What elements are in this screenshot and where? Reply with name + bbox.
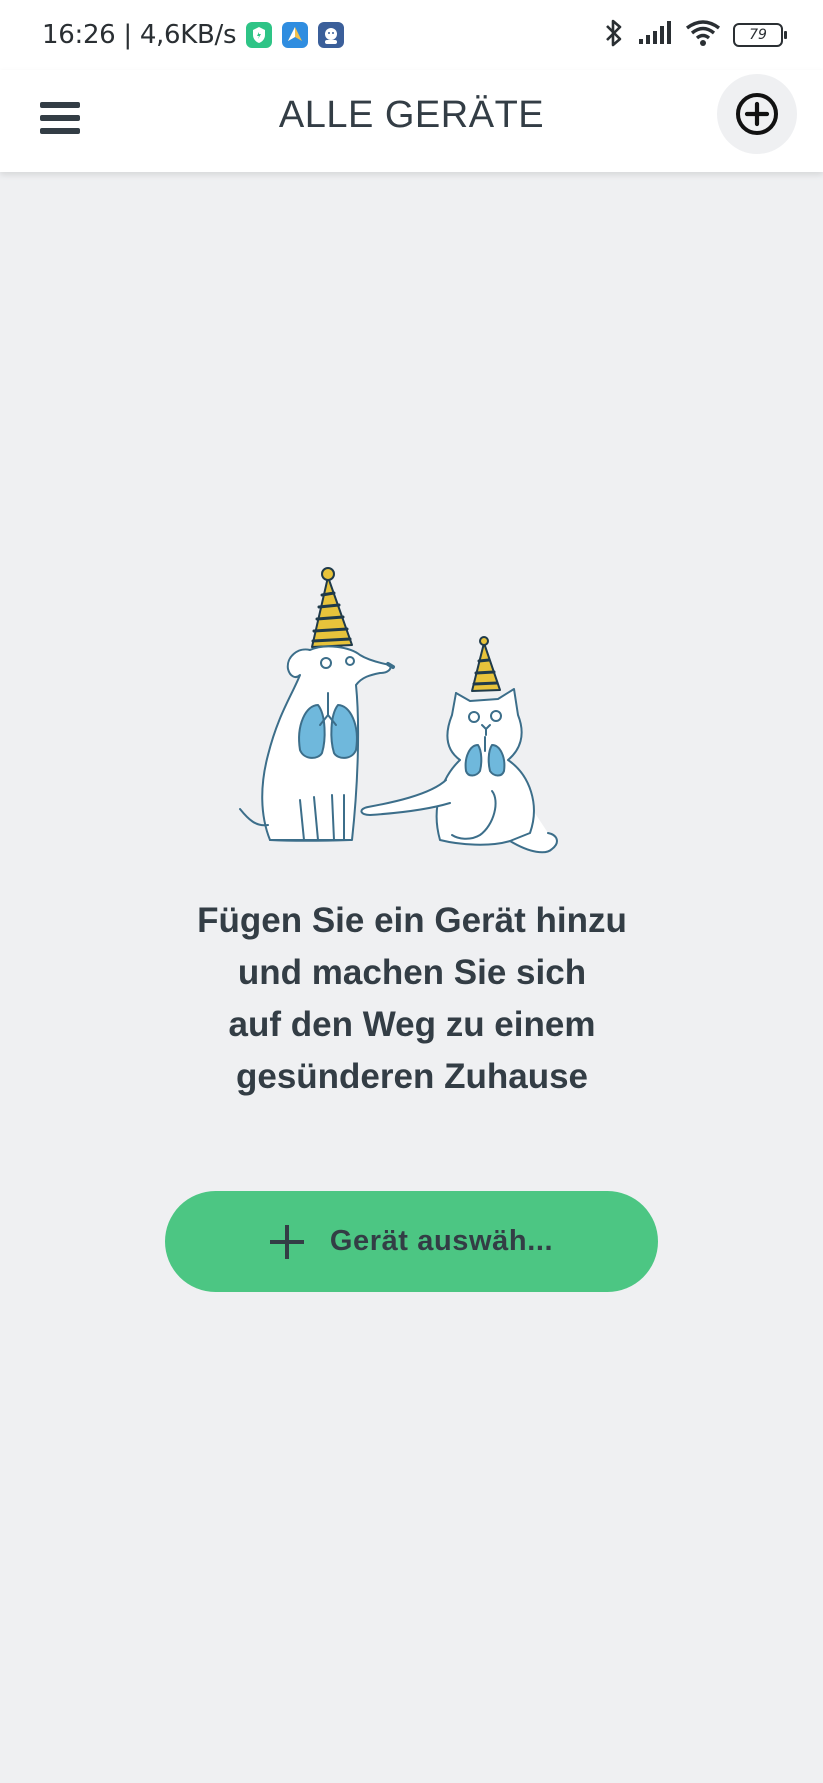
plus-circle-icon (736, 93, 778, 135)
profile-app-icon (318, 22, 345, 48)
status-time-speed: 16:26 | 4,6KB/s (42, 20, 237, 50)
wifi-icon (685, 19, 721, 51)
cat-party-hat-icon (471, 636, 501, 692)
select-device-button-label: Gerät auswäh... (329, 1225, 554, 1257)
message-line-3: auf den Weg zu einem (228, 1005, 596, 1044)
battery-level: 79 (749, 27, 767, 43)
page-title: ALLE GERÄTE (278, 94, 545, 136)
empty-state-message: Fügen Sie ein Gerät hinzu und machen Sie… (112, 895, 712, 1103)
add-device-button[interactable] (717, 74, 797, 154)
dog-and-cat-illustration (230, 565, 590, 860)
dog-party-hat-icon (311, 567, 353, 648)
plus-icon (269, 1224, 304, 1259)
battery-icon: 79 (733, 23, 787, 47)
message-line-4: gesünderen Zuhause (235, 1057, 589, 1096)
shield-app-icon (246, 22, 273, 48)
message-line-1: Fügen Sie ein Gerät hinzu (197, 901, 627, 940)
message-line-2: und machen Sie sich (237, 953, 587, 992)
status-bar: 16:26 | 4,6KB/s 79 (0, 0, 823, 70)
bluetooth-icon (603, 18, 625, 52)
signal-icon (637, 20, 673, 50)
app-bar: ALLE GERÄTE (0, 70, 823, 172)
status-right: 79 (603, 18, 787, 52)
navigation-app-icon (282, 22, 309, 48)
select-device-button[interactable]: Gerät auswäh... (165, 1191, 658, 1292)
status-left: 16:26 | 4,6KB/s (42, 20, 345, 50)
